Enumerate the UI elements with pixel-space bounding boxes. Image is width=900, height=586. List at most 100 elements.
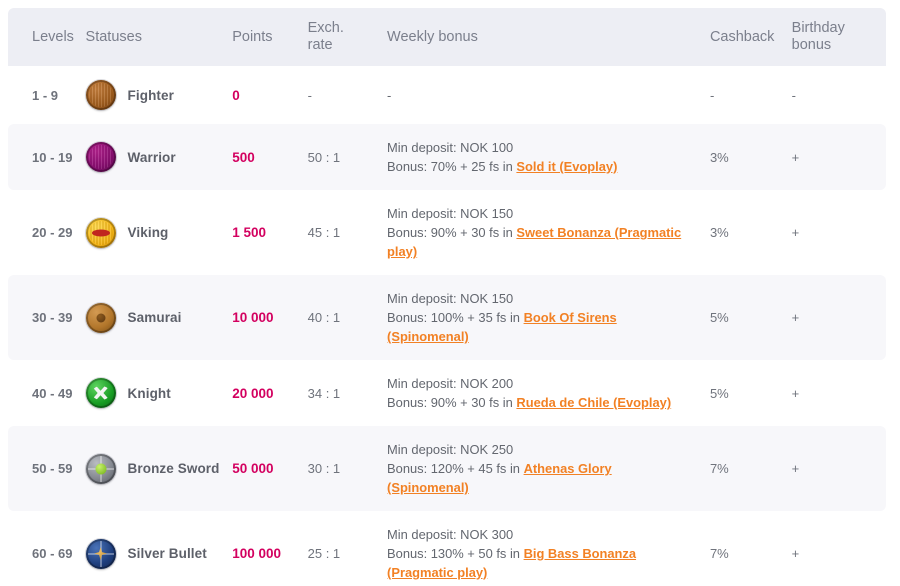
cell-exch-rate: 40 : 1 (307, 275, 384, 360)
status-cell: Bronze Sword (85, 453, 233, 484)
min-deposit-text: Min deposit: NOK 150 (387, 291, 514, 306)
status-cell: Fighter (85, 80, 233, 110)
warrior-badge-icon (85, 142, 116, 172)
cell-weekly-bonus: Min deposit: NOK 250 Bonus: 120% + 45 fs … (383, 426, 710, 511)
cell-exch-rate: - (307, 66, 384, 124)
min-deposit-text: Min deposit: NOK 250 (387, 442, 514, 457)
cell-birthday-bonus: + (791, 275, 886, 360)
min-deposit-text: Min deposit: NOK 150 (387, 206, 514, 221)
bonus-prefix: Bonus: 90% + 30 fs in (387, 395, 517, 410)
table-row: 40 - 49 Knight 20 000 34 : 1 Min deposit: NO… (8, 360, 886, 426)
status-name: Viking (127, 225, 169, 240)
cell-exch-rate: 25 : 1 (307, 511, 384, 586)
bonus-prefix: Bonus: 120% + 45 fs in (387, 461, 524, 476)
badge-rim (85, 538, 116, 569)
cell-birthday-bonus: + (791, 124, 886, 190)
cell-birthday-bonus: + (791, 511, 886, 586)
cell-status: Fighter (85, 66, 233, 124)
cell-status: Warrior (85, 124, 233, 190)
bonus-prefix: Bonus: 100% + 35 fs in (387, 310, 524, 325)
cell-weekly-bonus: Min deposit: NOK 200 Bonus: 90% + 30 fs i… (383, 360, 710, 426)
cell-status: Samurai (85, 275, 233, 360)
column-header-exch-rate: Exch. rate (307, 8, 384, 66)
status-cell: Warrior (85, 142, 233, 172)
cell-points: 1 500 (232, 190, 308, 275)
bonus-prefix: Bonus: 130% + 50 fs in (387, 546, 524, 561)
cell-cashback: 3% (709, 190, 792, 275)
table-row: 30 - 39 Samurai 10 000 40 : 1 Min deposit: N… (8, 275, 886, 360)
min-deposit-text: Min deposit: NOK 100 (387, 140, 514, 155)
badge-rim (85, 378, 116, 408)
column-header-points: Points (232, 8, 308, 66)
cell-levels: 60 - 69 (8, 511, 86, 586)
loyalty-levels-table: Levels Statuses Points Exch. rate Weekly… (8, 8, 886, 586)
bonus-text: Bonus: 100% + 35 fs in Book Of Sirens (S… (387, 308, 696, 346)
cell-birthday-bonus: + (791, 426, 886, 511)
cell-cashback: 7% (709, 511, 792, 586)
column-header-levels: Levels (8, 8, 86, 66)
cell-levels: 1 - 9 (8, 66, 86, 124)
cell-birthday-bonus: - (791, 66, 886, 124)
bonus-game-link[interactable]: Sold it (Evoplay) (516, 159, 617, 174)
cell-cashback: - (709, 66, 792, 124)
badge-rim (85, 302, 116, 333)
status-name: Silver Bullet (127, 546, 207, 561)
bonus-prefix: Bonus: 70% + 25 fs in (387, 159, 517, 174)
bonus-text: Bonus: 90% + 30 fs in Sweet Bonanza (Pra… (387, 223, 696, 261)
cell-weekly-bonus: Min deposit: NOK 150 Bonus: 90% + 30 fs i… (383, 190, 710, 275)
badge-rim (85, 142, 116, 172)
cell-levels: 20 - 29 (8, 190, 86, 275)
samurai-badge-icon (85, 302, 116, 333)
cell-exch-rate: 50 : 1 (307, 124, 384, 190)
cell-status: Knight (85, 360, 233, 426)
badge-rim (85, 217, 116, 248)
table-row: 10 - 19 Warrior 500 50 : 1 Min deposit: NOK … (8, 124, 886, 190)
cell-levels: 50 - 59 (8, 426, 86, 511)
cell-points: 20 000 (232, 360, 308, 426)
table-row: 60 - 69 Silver Bullet 100 000 25 : 1 Min dep… (8, 511, 886, 586)
cell-levels: 10 - 19 (8, 124, 86, 190)
badge-rim (85, 453, 116, 484)
table-header: Levels Statuses Points Exch. rate Weekly… (8, 8, 886, 66)
cell-weekly-bonus: Min deposit: NOK 300 Bonus: 130% + 50 fs … (383, 511, 710, 586)
min-deposit-text: Min deposit: NOK 300 (387, 527, 514, 542)
status-name: Samurai (127, 310, 182, 325)
cell-points: 0 (232, 66, 308, 124)
cell-status: Viking (85, 190, 233, 275)
status-cell: Samurai (85, 302, 233, 333)
bonus-text: Bonus: 130% + 50 fs in Big Bass Bonanza … (387, 544, 696, 582)
cell-points: 100 000 (232, 511, 308, 586)
cell-cashback: 3% (709, 124, 792, 190)
table-header-row: Levels Statuses Points Exch. rate Weekly… (8, 8, 886, 66)
column-header-weekly-bonus: Weekly bonus (383, 8, 710, 66)
cell-points: 50 000 (232, 426, 308, 511)
cell-weekly-bonus: Min deposit: NOK 100 Bonus: 70% + 25 fs i… (383, 124, 710, 190)
fighter-badge-icon (85, 80, 116, 110)
cell-levels: 40 - 49 (8, 360, 86, 426)
cell-cashback: 5% (709, 360, 792, 426)
cell-birthday-bonus: + (791, 360, 886, 426)
cell-weekly-bonus: Min deposit: NOK 150 Bonus: 100% + 35 fs … (383, 275, 710, 360)
cell-cashback: 7% (709, 426, 792, 511)
status-name: Bronze Sword (127, 461, 220, 476)
table-row: 20 - 29 Viking 1 500 45 : 1 Min deposit: NOK… (8, 190, 886, 275)
cell-status: Silver Bullet (85, 511, 233, 586)
min-deposit-text: - (387, 87, 392, 103)
table-row: 1 - 9 Fighter 0- - - - (8, 66, 886, 124)
table-row: 50 - 59 Bronze Sword 50 000 30 : 1 Min depos… (8, 426, 886, 511)
column-header-birthday-bonus: Birthday bonus (791, 8, 886, 66)
cell-status: Bronze Sword (85, 426, 233, 511)
bonus-text: Bonus: 90% + 30 fs in Rueda de Chile (Ev… (387, 393, 696, 412)
cell-points: 10 000 (232, 275, 308, 360)
min-deposit-text: Min deposit: NOK 200 (387, 376, 514, 391)
badge-rim (85, 80, 116, 110)
table-body: 1 - 9 Fighter 0- - - -10 - 19 Warrior 500 50 : 1… (8, 66, 886, 586)
cell-points: 500 (232, 124, 308, 190)
loyalty-table-wrapper: Levels Statuses Points Exch. rate Weekly… (0, 0, 900, 586)
status-name: Warrior (127, 149, 176, 165)
bonus-text: Bonus: 120% + 45 fs in Athenas Glory (Sp… (387, 459, 696, 497)
cell-exch-rate: 34 : 1 (307, 360, 384, 426)
bonus-game-link[interactable]: Rueda de Chile (Evoplay) (516, 395, 671, 410)
status-cell: Knight (85, 378, 233, 408)
viking-badge-icon (85, 217, 116, 248)
